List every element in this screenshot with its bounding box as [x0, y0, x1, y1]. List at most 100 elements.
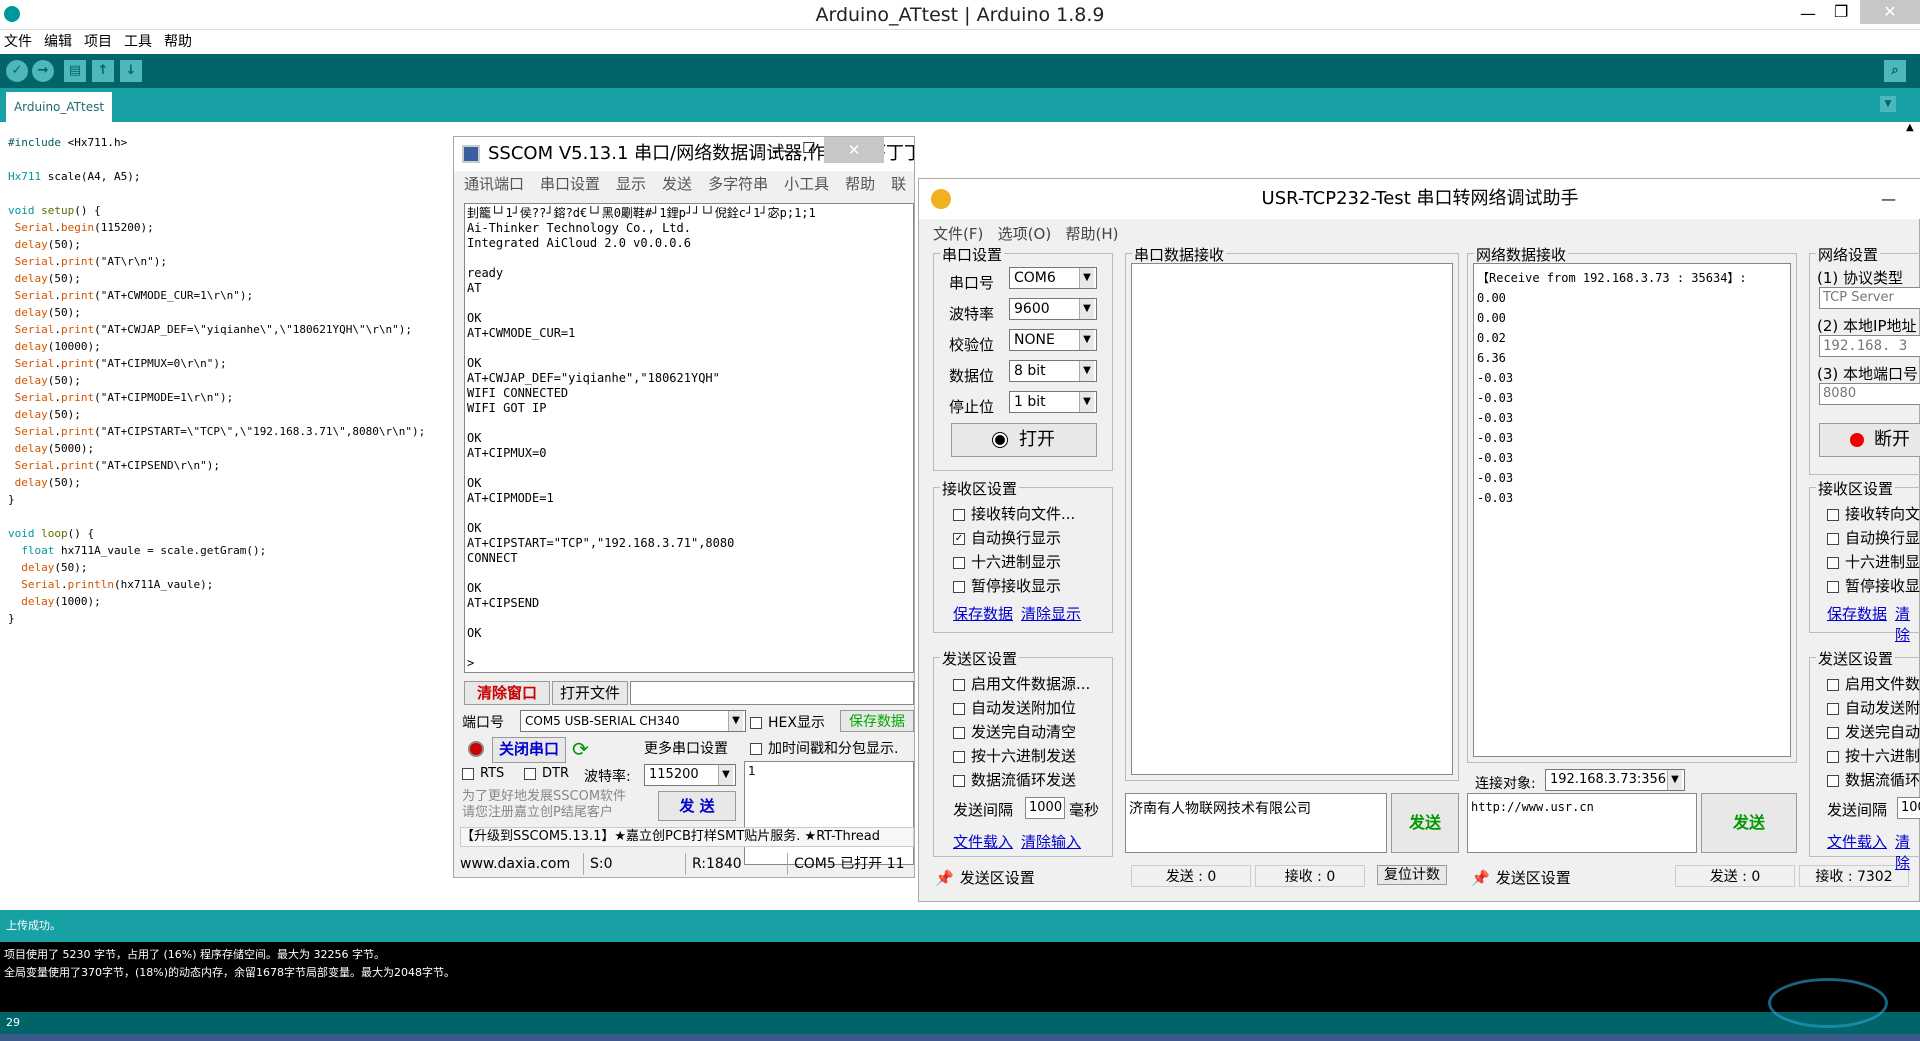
tab-arduino-attest[interactable]: Arduino_ATtest — [6, 92, 112, 122]
r-send-opt[interactable]: 启用文件数 — [1827, 673, 1920, 694]
clear-input-link[interactable]: 清除输入 — [1021, 831, 1081, 852]
reset-count-button[interactable]: 复位计数 — [1377, 865, 1447, 885]
connection-select[interactable]: 192.168.3.73:35634 — [1545, 769, 1685, 791]
net-recv-area[interactable]: 【Receive from 192.168.3.73 : 35634】: 0.00… — [1473, 263, 1791, 757]
recv-to-file-box[interactable] — [953, 508, 965, 521]
sscom-save-data-button[interactable]: 保存数据 — [840, 710, 914, 732]
bottom-send-set-1[interactable]: 📌 发送区设置 — [935, 867, 1035, 888]
pause-recv-option[interactable]: 暂停接收显示 — [953, 575, 1061, 596]
sscom-menu-tools[interactable]: 小工具 — [784, 175, 829, 193]
net-send-input[interactable]: http://www.usr.cn — [1467, 793, 1697, 853]
r-send-opt[interactable]: 数据流循环 — [1827, 769, 1920, 790]
serial-send-button[interactable]: 发送 — [1391, 793, 1459, 853]
sscom-menu-send[interactable]: 发送 — [662, 175, 692, 193]
loop-send-box[interactable] — [953, 774, 965, 787]
r-send-opt[interactable]: 自动发送附 — [1827, 697, 1920, 718]
serial-send-input[interactable]: 济南有人物联网技术有限公司 — [1125, 793, 1387, 853]
r-recv-opt[interactable]: 自动换行显 — [1827, 527, 1920, 548]
usr-menu-file[interactable]: 文件(F) — [933, 225, 983, 243]
minimize-icon[interactable]: — — [1800, 4, 1816, 23]
r-file-load-link[interactable]: 文件载入 — [1827, 831, 1887, 852]
auto-append-box[interactable] — [953, 702, 965, 715]
hex-display-box[interactable] — [953, 556, 965, 569]
code-editor[interactable]: #include <Hx711.h> Hx711 scale(A4, A5); … — [0, 122, 460, 907]
menu-project[interactable]: 项目 — [84, 34, 112, 50]
r-recv-box[interactable] — [1827, 532, 1839, 545]
r-recv-opt[interactable]: 十六进制显 — [1827, 551, 1920, 572]
auto-wrap-option[interactable]: ✓ 自动换行显示 — [953, 527, 1061, 548]
send-file-source-option[interactable]: 启用文件数据源... — [953, 673, 1090, 694]
send-interval-input[interactable]: 1000 — [1025, 797, 1065, 819]
stop-bits-select[interactable]: 1 bit — [1009, 391, 1097, 413]
r-send-opt[interactable]: 按十六进制 — [1827, 745, 1920, 766]
upload-icon[interactable]: → — [32, 60, 54, 82]
scroll-up-icon[interactable]: ▲ — [1906, 122, 1914, 133]
sscom-menu-port[interactable]: 通讯端口 — [464, 175, 524, 193]
clear-display-link[interactable]: 清除显示 — [1021, 603, 1081, 624]
auto-clear-option[interactable]: 发送完自动清空 — [953, 721, 1076, 742]
sscom-menu-help[interactable]: 帮助 — [845, 175, 875, 193]
r-send-box[interactable] — [1827, 726, 1839, 739]
r-recv-box[interactable] — [1827, 556, 1839, 569]
close-port-button[interactable]: 关闭串口 — [492, 737, 566, 763]
clear-window-button[interactable]: 清除窗口 — [464, 681, 550, 705]
timestamp-checkbox[interactable]: 加时间戳和分包显示. — [750, 738, 898, 758]
disconnect-button[interactable]: 断开 — [1819, 423, 1920, 457]
sscom-ticker[interactable]: 【升级到SSCOM5.13.1】★嘉立创PCB打样SMT贴片服务. ★RT-Th… — [460, 827, 914, 847]
file-load-link[interactable]: 文件载入 — [953, 831, 1013, 852]
r-recv-box[interactable] — [1827, 580, 1839, 593]
sscom-send-button[interactable]: 发 送 — [658, 791, 736, 821]
protocol-select[interactable]: TCP Server — [1819, 287, 1920, 309]
sscom-receive-area[interactable]: 刲籠└┘1┘侯??┘鎔?d€└┘黑0劚鞋#┘1鋰p┘┘└┘倪銓c┘1┘宓p;1;… — [464, 203, 914, 673]
sscom-promo-text[interactable]: 为了更好地发展SSCOM软件 请您注册嘉立创P结尾客户 — [462, 789, 652, 821]
hex-display-box[interactable] — [750, 717, 762, 729]
open-serial-button[interactable]: 打开 — [951, 423, 1097, 457]
save-data-link[interactable]: 保存数据 — [953, 603, 1013, 624]
menu-tools[interactable]: 工具 — [124, 34, 152, 50]
dtr-box[interactable] — [524, 767, 536, 780]
more-serial-settings[interactable]: 更多串口设置 — [644, 738, 728, 758]
menu-edit[interactable]: 编辑 — [44, 34, 72, 50]
r-recv-opt[interactable]: 接收转向文 — [1827, 503, 1920, 524]
rts-checkbox[interactable]: RTS — [462, 766, 504, 781]
sscom-max-btn[interactable]: ☐ — [802, 139, 815, 157]
r-recv-opt[interactable]: 暂停接收显 — [1827, 575, 1920, 596]
menu-help[interactable]: 帮助 — [164, 34, 192, 50]
net-send-button[interactable]: 发送 — [1701, 793, 1797, 853]
r-send-box[interactable] — [1827, 678, 1839, 691]
sscom-menu-display[interactable]: 显示 — [616, 175, 646, 193]
sscom-menu-multistr[interactable]: 多字符串 — [708, 175, 768, 193]
sscom-menu-serial[interactable]: 串口设置 — [540, 175, 600, 193]
serial-monitor-icon[interactable]: ⌕ — [1884, 60, 1906, 82]
bottom-send-set-2[interactable]: 📌 发送区设置 — [1471, 867, 1571, 888]
r-send-opt[interactable]: 发送完自动 — [1827, 721, 1920, 742]
hex-send-box[interactable] — [953, 750, 965, 763]
auto-clear-box[interactable] — [953, 726, 965, 739]
usr-minimize-icon[interactable]: — — [1881, 179, 1896, 219]
send-file-source-box[interactable] — [953, 678, 965, 691]
menu-file[interactable]: 文件 — [4, 34, 32, 50]
usr-menu-help[interactable]: 帮助(H) — [1065, 225, 1118, 243]
r-interval-input[interactable]: 100 — [1897, 797, 1920, 819]
baud-rate-select[interactable]: 9600 — [1009, 298, 1097, 320]
save-icon[interactable]: ↓ — [120, 60, 142, 82]
auto-wrap-box[interactable]: ✓ — [953, 532, 965, 545]
dtr-checkbox[interactable]: DTR — [524, 766, 569, 781]
parity-select[interactable]: NONE — [1009, 329, 1097, 351]
rts-box[interactable] — [462, 767, 474, 780]
tab-menu-icon[interactable]: ▼ — [1880, 96, 1896, 112]
serial-recv-area[interactable] — [1131, 263, 1453, 775]
sscom-menu-contact[interactable]: 联 — [891, 175, 906, 193]
loop-send-option[interactable]: 数据流循环发送 — [953, 769, 1076, 790]
maximize-icon[interactable]: ❐ — [1834, 2, 1848, 21]
sscom-port-select[interactable]: COM5 USB-SERIAL CH340 — [520, 710, 746, 732]
baud-select[interactable]: 115200 — [644, 764, 736, 786]
local-ip-input[interactable]: 192.168. 3 — [1819, 335, 1920, 357]
send-input[interactable]: 1 — [744, 761, 914, 865]
local-port-input[interactable]: 8080 — [1819, 383, 1920, 405]
hex-send-option[interactable]: 按十六进制发送 — [953, 745, 1076, 766]
r-clear-link[interactable]: 清除 — [1895, 603, 1919, 645]
sscom-close-btn[interactable]: ✕ — [824, 137, 884, 163]
r-send-box[interactable] — [1827, 702, 1839, 715]
timestamp-box[interactable] — [750, 743, 762, 755]
